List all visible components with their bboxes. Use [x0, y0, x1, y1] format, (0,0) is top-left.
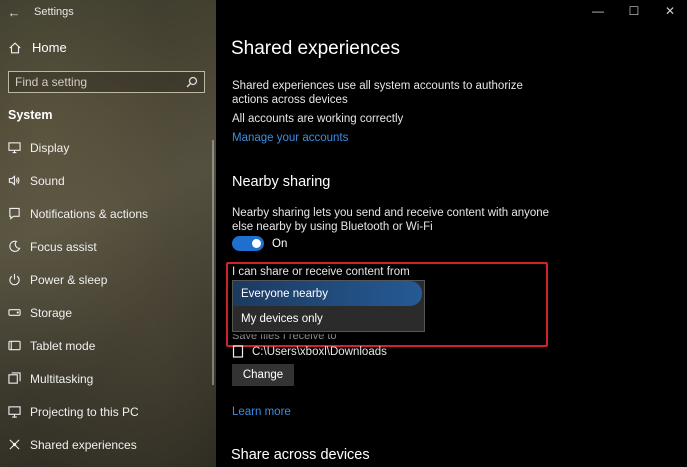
learn-more-link[interactable]: Learn more — [232, 406, 291, 418]
save-location-row: C:\Users\xboxl\Downloads — [232, 345, 387, 358]
sidebar-item-display[interactable]: Display — [0, 131, 216, 164]
sidebar-item-sound[interactable]: Sound — [0, 164, 216, 197]
search-placeholder: Find a setting — [15, 75, 88, 89]
tablet-icon — [8, 340, 21, 351]
sidebar-nav: Display Sound Notifications & actions Fo… — [0, 131, 216, 461]
sidebar-item-label: Multitasking — [30, 371, 94, 386]
sidebar-item-label: Sound — [30, 173, 65, 188]
file-icon — [232, 345, 244, 358]
title-bar: ← Settings — [0, 0, 216, 24]
home-nav-item[interactable]: Home — [8, 40, 67, 55]
sidebar-item-label: Display — [30, 140, 70, 155]
sidebar-item-label: Projecting to this PC — [30, 404, 139, 419]
back-arrow-icon[interactable]: ← — [0, 5, 28, 20]
notifications-icon — [9, 207, 20, 220]
sidebar-item-label: Notifications & actions — [30, 206, 149, 221]
minimize-button[interactable]: — — [591, 4, 605, 18]
home-icon — [9, 41, 21, 53]
share-from-dropdown[interactable]: Everyone nearby My devices only — [232, 280, 425, 332]
multitasking-icon — [8, 372, 21, 384]
dropdown-option-everyone[interactable]: Everyone nearby — [233, 281, 422, 306]
main-content: — ☐ ✕ Shared experiences Shared experien… — [216, 0, 687, 467]
power-icon — [9, 273, 20, 286]
nearby-sharing-toggle[interactable] — [232, 236, 264, 251]
sidebar-item-label: Power & sleep — [30, 272, 108, 287]
share-across-devices-title: Share across devices — [231, 447, 370, 463]
nearby-sharing-title: Nearby sharing — [232, 174, 331, 190]
sidebar: ← Settings Home Find a setting System Di… — [0, 0, 216, 467]
toggle-state-label: On — [272, 237, 288, 250]
shared-experiences-description: Shared experiences use all system accoun… — [232, 80, 523, 106]
search-icon — [186, 76, 198, 88]
projecting-icon — [8, 406, 21, 418]
nearby-sharing-toggle-row: On — [232, 236, 287, 251]
shared-experiences-icon — [9, 439, 20, 450]
change-button[interactable]: Change — [232, 364, 294, 386]
storage-icon — [8, 309, 21, 316]
search-input[interactable]: Find a setting — [8, 71, 205, 93]
section-title: System — [8, 108, 53, 122]
sidebar-item-shared-experiences[interactable]: Shared experiences — [0, 428, 216, 461]
sidebar-item-storage[interactable]: Storage — [0, 296, 216, 329]
sidebar-item-multitasking[interactable]: Multitasking — [0, 362, 216, 395]
maximize-button[interactable]: ☐ — [627, 4, 641, 18]
dropdown-option-my-devices[interactable]: My devices only — [233, 306, 424, 331]
share-from-label: I can share or receive content from — [232, 266, 410, 278]
sidebar-item-notifications[interactable]: Notifications & actions — [0, 197, 216, 230]
sidebar-item-focus-assist[interactable]: Focus assist — [0, 230, 216, 263]
accounts-status: All accounts are working correctly — [232, 113, 404, 125]
sidebar-item-label: Tablet mode — [30, 338, 96, 353]
page-title: Shared experiences — [231, 38, 400, 59]
home-label: Home — [32, 40, 67, 55]
sidebar-item-label: Shared experiences — [30, 437, 137, 452]
sound-icon — [8, 175, 20, 186]
window-controls: — ☐ ✕ — [591, 4, 677, 18]
save-path: C:\Users\xboxl\Downloads — [252, 345, 387, 358]
sidebar-item-power-sleep[interactable]: Power & sleep — [0, 263, 216, 296]
sidebar-item-label: Storage — [30, 305, 73, 320]
nearby-sharing-description: Nearby sharing lets you send and receive… — [232, 207, 550, 233]
display-icon — [8, 142, 21, 154]
sidebar-item-label: Focus assist — [30, 239, 97, 254]
close-button[interactable]: ✕ — [663, 4, 677, 18]
sidebar-item-tablet-mode[interactable]: Tablet mode — [0, 329, 216, 362]
moon-icon — [9, 240, 21, 252]
sidebar-scrollbar[interactable] — [212, 140, 214, 385]
sidebar-item-projecting[interactable]: Projecting to this PC — [0, 395, 216, 428]
manage-accounts-link[interactable]: Manage your accounts — [232, 132, 348, 144]
app-title: Settings — [34, 6, 74, 18]
